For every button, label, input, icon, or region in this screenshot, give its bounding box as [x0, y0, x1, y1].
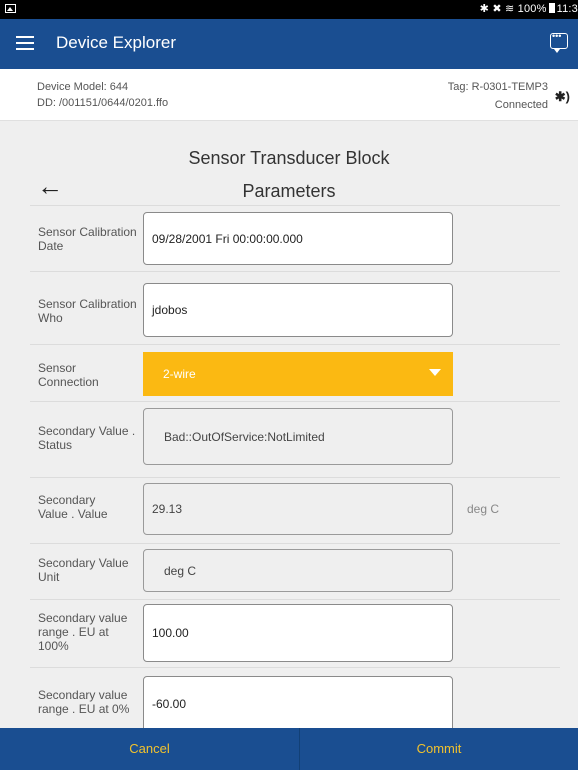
calibration-who-input[interactable]: jdobos	[143, 283, 453, 337]
device-dd: DD: /001151/0644/0201.ffo	[37, 97, 169, 109]
select-value: 2-wire	[163, 367, 196, 381]
param-label: Sensor Calibration Who	[38, 297, 137, 325]
secondary-value-unit: deg C	[467, 502, 500, 516]
parameters-title: Parameters	[242, 181, 336, 201]
battery-icon	[548, 3, 555, 13]
image-notification-icon	[5, 4, 16, 13]
param-row-calibration-date: Sensor Calibration Date 09/28/2001 Fri 0…	[30, 206, 560, 272]
block-title: Sensor Transducer Block	[188, 148, 390, 168]
param-label: Sensor Connection	[38, 361, 99, 389]
param-label: Sensor Calibration Date	[38, 225, 137, 253]
device-info-panel: Device Model: 644 DD: /001151/0644/0201.…	[0, 69, 578, 121]
secondary-unit-display: deg C	[143, 549, 453, 592]
app-title: Device Explorer	[56, 33, 176, 52]
cancel-button[interactable]: Cancel	[0, 728, 299, 770]
dropdown-caret-icon	[429, 369, 441, 376]
param-row-secondary-status: Secondary Value . Status Bad::OutOfServi…	[30, 401, 560, 478]
param-row-sensor-connection: Sensor Connection 2-wire	[30, 344, 560, 402]
calibration-date-input[interactable]: 09/28/2001 Fri 00:00:00.000	[143, 212, 453, 265]
param-label: Secondary Value . Status	[38, 424, 136, 452]
eu-0-input[interactable]: -60.00	[143, 676, 453, 732]
hamburger-menu-icon[interactable]	[16, 36, 34, 50]
param-label: Secondary Value . Value	[38, 493, 108, 521]
secondary-value-display: 29.13	[143, 483, 453, 535]
param-label: Secondary value range . EU at 100%	[38, 611, 128, 653]
action-bar: Cancel Commit	[0, 728, 578, 770]
param-row-eu-100: Secondary value range . EU at 100% 100.0…	[30, 599, 560, 668]
status-icons: ✱ ✖ ≋ 100%	[479, 3, 547, 15]
device-tag: Tag: R-0301-TEMP3	[447, 81, 548, 93]
param-label: Secondary value range . EU at 0%	[38, 688, 130, 716]
device-model: Device Model: 644	[37, 81, 129, 93]
commit-button[interactable]: Commit	[300, 728, 578, 770]
param-row-calibration-who: Sensor Calibration Who jdobos	[30, 271, 560, 345]
app-bar: Device Explorer	[0, 19, 578, 69]
param-label: Secondary Value Unit	[38, 556, 129, 584]
sensor-connection-select[interactable]: 2-wire	[143, 352, 453, 396]
chat-bubble-icon[interactable]	[550, 31, 568, 53]
eu-100-input[interactable]: 100.00	[143, 604, 453, 662]
param-row-secondary-value: Secondary Value . Value 29.13 deg C	[30, 477, 560, 544]
param-row-eu-0: Secondary value range . EU at 0% -60.00	[30, 667, 560, 732]
secondary-status-display: Bad::OutOfService:NotLimited	[143, 408, 453, 465]
bluetooth-icon: ✱)	[554, 89, 570, 104]
status-time: 11:3	[556, 3, 578, 15]
status-bar: ✱ ✖ ≋ 100% 11:3	[0, 0, 578, 19]
param-row-secondary-unit: Secondary Value Unit deg C	[30, 543, 560, 600]
status-indicators: ✱ ✖ ≋ 100% 11:3	[480, 2, 578, 15]
connection-status: Connected	[494, 99, 548, 111]
